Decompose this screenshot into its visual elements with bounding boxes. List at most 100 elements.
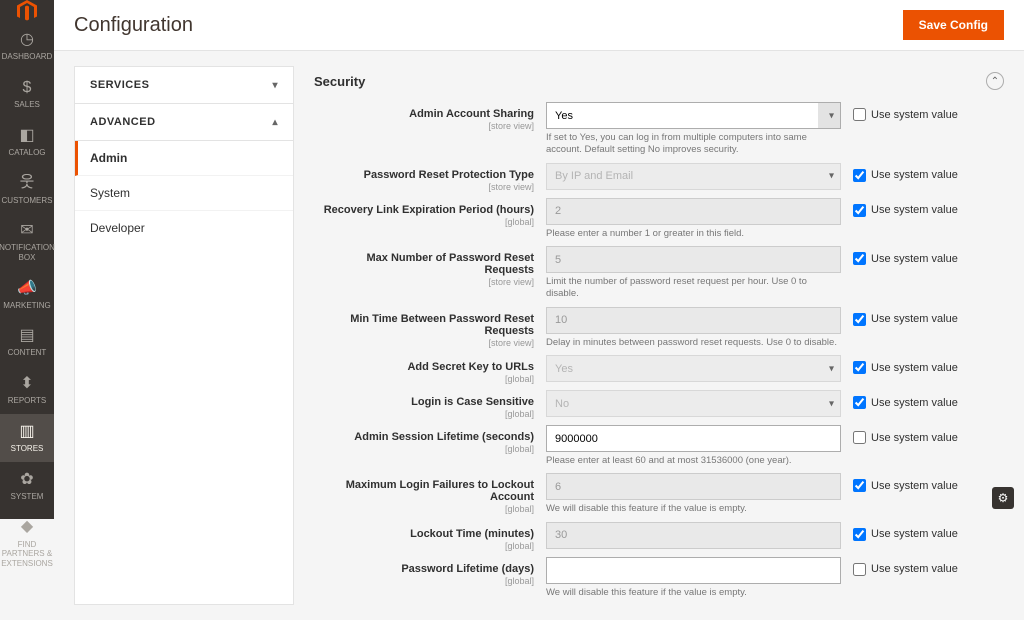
nav-item-catalog[interactable]: ◧ CATALOG	[0, 118, 54, 166]
case_sensitive-select: No	[546, 390, 841, 417]
nav-label: CUSTOMERS	[2, 196, 53, 206]
use-system-label[interactable]: Use system value	[871, 204, 958, 216]
field-note: Delay in minutes between password reset …	[546, 337, 841, 349]
max_failures-input	[546, 473, 841, 500]
nav-item-reports[interactable]: ⬍REPORTS	[0, 366, 54, 414]
use-system-label[interactable]: Use system value	[871, 480, 958, 492]
use-system-label[interactable]: Use system value	[871, 169, 958, 181]
lockout_time-input	[546, 522, 841, 549]
nav-label: REPORTS	[8, 396, 47, 406]
field-row-max_failures: Maximum Login Failures to Lockout Accoun…	[314, 473, 1004, 515]
nav-label: SYSTEM	[11, 492, 44, 502]
use-system-label[interactable]: Use system value	[871, 397, 958, 409]
use-system-label[interactable]: Use system value	[871, 253, 958, 265]
field-scope: [global]	[314, 409, 534, 419]
pwd_reset_type-use-system-checkbox[interactable]	[853, 169, 866, 182]
nav-label: CATALOG	[8, 148, 45, 158]
max_failures-use-system-checkbox[interactable]	[853, 479, 866, 492]
account_sharing-use-system-checkbox[interactable]	[853, 108, 866, 121]
field-note: Please enter a number 1 or greater in th…	[546, 228, 841, 240]
use-system-label[interactable]: Use system value	[871, 563, 958, 575]
nav-label: SALES	[14, 100, 40, 110]
nav-label: STORES	[11, 444, 44, 454]
pwd_lifetime-input[interactable]	[546, 557, 841, 584]
config-section-advanced[interactable]: ADVANCED ▴	[75, 104, 293, 141]
field-label: Maximum Login Failures to Lockout Accoun…	[314, 479, 534, 503]
chevron-up-icon: ▴	[272, 117, 278, 128]
field-label: Max Number of Password Reset Requests	[314, 252, 534, 276]
use-system-label[interactable]: Use system value	[871, 432, 958, 444]
session_lifetime-use-system-checkbox[interactable]	[853, 431, 866, 444]
case_sensitive-use-system-checkbox[interactable]	[853, 396, 866, 409]
field-note: We will disable this feature if the valu…	[546, 587, 841, 599]
nav-label: CONTENT	[8, 348, 47, 358]
session_lifetime-input[interactable]	[546, 425, 841, 452]
save-config-button[interactable]: Save Config	[903, 10, 1004, 40]
field-row-recovery_link: Recovery Link Expiration Period (hours)[…	[314, 198, 1004, 240]
field-label: Min Time Between Password Reset Requests	[314, 313, 534, 337]
field-scope: [store view]	[314, 182, 534, 192]
field-label: Recovery Link Expiration Period (hours)	[314, 204, 534, 216]
config-link-system[interactable]: System	[75, 176, 293, 211]
field-label: Admin Session Lifetime (seconds)	[314, 431, 534, 443]
section-label: ADVANCED	[90, 116, 156, 128]
collapse-icon[interactable]: ⌃	[986, 72, 1004, 90]
nav-item-customers[interactable]: 웃 CUSTOMERS	[0, 165, 54, 213]
nav-icon: ▥	[19, 422, 34, 441]
field-scope: [global]	[314, 374, 534, 384]
max_reset-input	[546, 246, 841, 273]
min_time-input	[546, 307, 841, 334]
nav-item-content[interactable]: ▤CONTENT	[0, 318, 54, 366]
recovery_link-use-system-checkbox[interactable]	[853, 204, 866, 217]
config-main: Security ⌃ Admin Account Sharing[store v…	[314, 66, 1004, 605]
use-system-label[interactable]: Use system value	[871, 109, 958, 121]
field-scope: [global]	[314, 576, 534, 586]
field-scope: [store view]	[314, 121, 534, 131]
field-scope: [store view]	[314, 277, 534, 287]
config-section-services[interactable]: SERVICES ▾	[75, 67, 293, 104]
field-scope: [store view]	[314, 338, 534, 348]
nav-item-dashboard[interactable]: ◷ DASHBOARD	[0, 22, 54, 70]
nav-icon: 웃	[20, 173, 35, 192]
field-note: Please enter at least 60 and at most 315…	[546, 455, 841, 467]
lockout_time-use-system-checkbox[interactable]	[853, 528, 866, 541]
config-link-developer[interactable]: Developer	[75, 211, 293, 245]
use-system-label[interactable]: Use system value	[871, 362, 958, 374]
admin-sidebar: ◷ DASHBOARD $ SALES ◧ CATALOG 웃 CUSTOMERS ✉NOTIF…	[0, 0, 54, 519]
config-link-admin[interactable]: Admin	[75, 141, 293, 176]
nav-item-system[interactable]: ✿SYSTEM	[0, 462, 54, 510]
use-system-label[interactable]: Use system value	[871, 313, 958, 325]
field-scope: [global]	[314, 541, 534, 551]
pwd_lifetime-use-system-checkbox[interactable]	[853, 563, 866, 576]
account_sharing-select[interactable]: Yes	[546, 102, 841, 129]
field-row-lockout_time: Lockout Time (minutes)[global]Use system…	[314, 522, 1004, 551]
nav-item-notification-box[interactable]: ✉NOTIFICATION BOX	[0, 213, 54, 270]
field-label: Add Secret Key to URLs	[314, 361, 534, 373]
nav-icon: ◷	[20, 30, 34, 49]
helper-badge[interactable]: ⚙	[992, 487, 1014, 509]
nav-item-marketing[interactable]: 📣MARKETING	[0, 271, 54, 319]
nav-label: MARKETING	[3, 301, 51, 311]
field-scope: [global]	[314, 444, 534, 454]
nav-icon: $	[23, 78, 32, 97]
magento-logo[interactable]	[0, 0, 54, 22]
nav-label: DASHBOARD	[2, 52, 53, 62]
nav-icon: ◧	[19, 126, 34, 145]
recovery_link-input	[546, 198, 841, 225]
nav-item-sales[interactable]: $ SALES	[0, 70, 54, 118]
min_time-use-system-checkbox[interactable]	[853, 313, 866, 326]
field-label: Password Lifetime (days)	[314, 563, 534, 575]
chevron-down-icon: ▾	[272, 80, 278, 91]
nav-item-stores[interactable]: ▥ STORES	[0, 414, 54, 462]
field-row-case_sensitive: Login is Case Sensitive[global]NoUse sys…	[314, 390, 1004, 419]
field-row-account_sharing: Admin Account Sharing[store view]YesIf s…	[314, 102, 1004, 157]
field-scope: [global]	[314, 504, 534, 514]
page-title: Configuration	[74, 14, 193, 37]
max_reset-use-system-checkbox[interactable]	[853, 252, 866, 265]
use-system-label[interactable]: Use system value	[871, 528, 958, 540]
fieldset-title: Security	[314, 74, 365, 89]
page-header: Configuration Save Config	[54, 0, 1024, 51]
secret_key-use-system-checkbox[interactable]	[853, 361, 866, 374]
field-label: Password Reset Protection Type	[314, 169, 534, 181]
pwd_reset_type-select: By IP and Email	[546, 163, 841, 190]
